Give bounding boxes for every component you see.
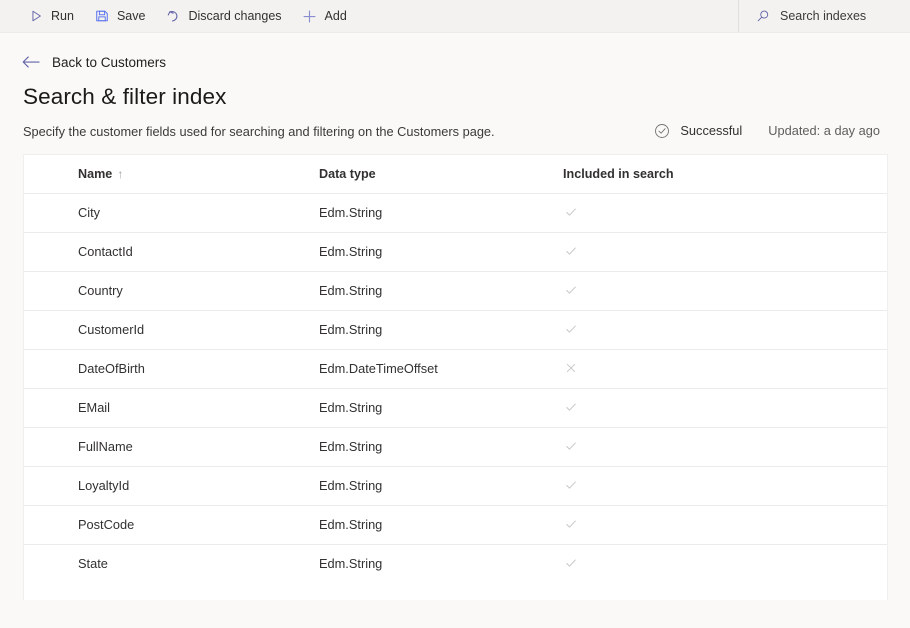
status-badge-label: Successful [680,125,742,138]
cell-included-in-search[interactable] [563,232,887,271]
cell-field-name: FullName [24,427,319,466]
back-to-customers-link[interactable]: Back to Customers [22,53,166,71]
cell-included-in-search[interactable] [563,193,887,232]
cell-included-in-search[interactable] [563,427,887,466]
cell-field-name: EMail [24,388,319,427]
cross-icon [563,360,579,376]
cell-data-type: Edm.String [319,427,563,466]
table-row[interactable]: CityEdm.String [24,193,887,232]
discard-changes-button[interactable]: Discard changes [155,0,291,32]
cell-included-in-search[interactable] [563,271,887,310]
cell-field-name: State [24,544,319,583]
cell-field-name: ContactId [24,232,319,271]
back-link-row: Back to Customers [0,33,910,67]
cell-field-name: City [24,193,319,232]
add-button-label: Add [325,10,347,23]
sort-ascending-icon: ↑ [117,167,123,181]
column-header-included-in-search-label: Included in search [563,167,674,181]
status-badge: Successful [654,123,742,139]
table-row[interactable]: LoyaltyIdEdm.String [24,466,887,505]
table-row[interactable]: StateEdm.String [24,544,887,583]
cell-included-in-search[interactable] [563,466,887,505]
column-header-data-type[interactable]: Data type [319,155,563,193]
table-row[interactable]: ContactIdEdm.String [24,232,887,271]
column-header-data-type-label: Data type [319,167,376,181]
save-button[interactable]: Save [84,0,156,32]
table-header: Name ↑ Data type Included in search [24,155,887,193]
cell-data-type: Edm.String [319,310,563,349]
undo-icon [165,8,181,24]
cell-data-type: Edm.String [319,466,563,505]
table-header-row: Name ↑ Data type Included in search [24,155,887,193]
table-row[interactable]: DateOfBirthEdm.DateTimeOffset [24,349,887,388]
checkmark-icon [563,321,579,337]
save-button-label: Save [117,10,146,23]
cell-data-type: Edm.String [319,505,563,544]
cell-data-type: Edm.String [319,271,563,310]
cell-included-in-search[interactable] [563,349,887,388]
run-button[interactable]: Run [18,0,84,32]
cell-field-name: DateOfBirth [24,349,319,388]
page-title: Search & filter index [23,84,888,110]
arrow-left-icon [22,53,40,71]
status-updated-text: Updated: a day ago [768,125,880,138]
checkmark-icon [563,555,579,571]
cell-included-in-search[interactable] [563,544,887,583]
cell-data-type: Edm.String [319,193,563,232]
table-row[interactable]: PostCodeEdm.String [24,505,887,544]
checkmark-circle-icon [654,123,670,139]
command-bar-spacer [357,0,738,32]
column-header-included-in-search[interactable]: Included in search [563,155,887,193]
add-button[interactable]: Add [292,0,357,32]
cell-data-type: Edm.DateTimeOffset [319,349,563,388]
checkmark-icon [563,282,579,298]
cell-data-type: Edm.String [319,544,563,583]
status-area: Successful Updated: a day ago [654,123,880,139]
cell-data-type: Edm.String [319,232,563,271]
table-row[interactable]: CustomerIdEdm.String [24,310,887,349]
checkmark-icon [563,438,579,454]
save-icon [94,8,110,24]
search-indexes-field[interactable]: Search indexes [738,0,910,32]
search-icon [755,8,771,24]
play-icon [28,8,44,24]
search-indexes-placeholder: Search indexes [780,9,866,23]
plus-icon [302,8,318,24]
cell-included-in-search[interactable] [563,310,887,349]
command-bar: Run Save Discard changes [0,0,910,33]
run-button-label: Run [51,10,74,23]
cell-field-name: LoyaltyId [24,466,319,505]
index-fields-table-card: Name↑ Data type Included in search CityE… [23,154,888,600]
column-header-name-label: Name [78,167,112,181]
back-to-customers-label: Back to Customers [52,55,166,70]
column-header-name[interactable]: Name ↑ [24,155,319,193]
cell-included-in-search[interactable] [563,388,887,427]
cell-field-name: CustomerId [24,310,319,349]
table-row[interactable]: CountryEdm.String [24,271,887,310]
page-subheader-row: Specify the customer fields used for sea… [23,123,888,139]
cell-field-name: Country [24,271,319,310]
page-subtitle: Specify the customer fields used for sea… [23,126,495,139]
cell-data-type: Edm.String [319,388,563,427]
table-body: CityEdm.StringContactIdEdm.StringCountry… [24,193,887,583]
checkmark-icon [563,516,579,532]
checkmark-icon [563,243,579,259]
index-fields-table: Name↑ Data type Included in search CityE… [24,155,887,583]
checkmark-icon [563,399,579,415]
discard-changes-button-label: Discard changes [188,10,281,23]
page-header: Search & filter index Specify the custom… [0,67,910,139]
command-bar-actions: Run Save Discard changes [0,0,357,32]
checkmark-icon [563,477,579,493]
cell-field-name: PostCode [24,505,319,544]
table-row[interactable]: FullNameEdm.String [24,427,887,466]
table-row[interactable]: EMailEdm.String [24,388,887,427]
checkmark-icon [563,204,579,220]
cell-included-in-search[interactable] [563,505,887,544]
